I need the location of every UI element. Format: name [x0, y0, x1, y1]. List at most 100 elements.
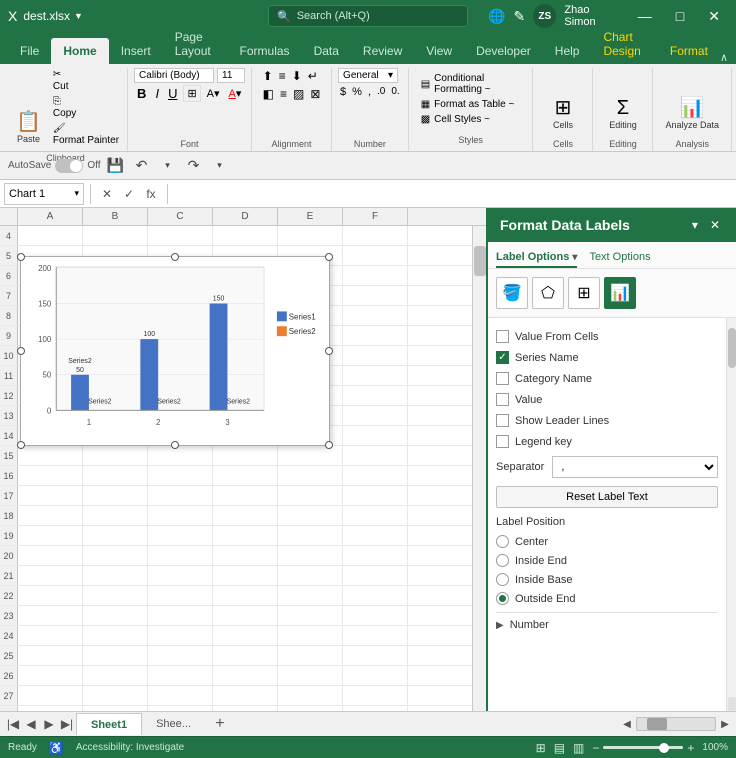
cell-E27[interactable]	[278, 686, 343, 706]
col-header-E[interactable]: E	[278, 208, 343, 225]
cell-E23[interactable]	[278, 606, 343, 626]
cell-D20[interactable]	[213, 546, 278, 566]
cell-B20[interactable]	[83, 546, 148, 566]
cell-D16[interactable]	[213, 466, 278, 486]
scroll-left-button[interactable]: ◀	[620, 717, 634, 731]
cell-D21[interactable]	[213, 566, 278, 586]
cell-F15[interactable]	[343, 446, 408, 466]
align-right-button[interactable]: ▨	[291, 86, 306, 102]
name-box[interactable]: Chart 1 ▾	[4, 183, 84, 205]
cell-F4[interactable]	[343, 226, 408, 246]
cell-A20[interactable]	[18, 546, 83, 566]
cell-C16[interactable]	[148, 466, 213, 486]
cell-E16[interactable]	[278, 466, 343, 486]
separator-select[interactable]: , ; |	[552, 456, 718, 478]
cell-B27[interactable]	[83, 686, 148, 706]
tab-home[interactable]: Home	[51, 38, 108, 64]
cell-A18[interactable]	[18, 506, 83, 526]
number-section[interactable]: ▶ Number	[496, 612, 718, 637]
cell-F22[interactable]	[343, 586, 408, 606]
cell-C26[interactable]	[148, 666, 213, 686]
cell-F17[interactable]	[343, 486, 408, 506]
zoom-minus-button[interactable]: −	[592, 741, 599, 755]
tab-file[interactable]: File	[8, 38, 51, 64]
increase-decimal-button[interactable]: 0.	[389, 85, 401, 99]
legend-key-checkbox[interactable]	[496, 435, 509, 448]
value-checkbox[interactable]	[496, 393, 509, 406]
cell-F26[interactable]	[343, 666, 408, 686]
ribbon-collapse-btn[interactable]: ∧	[720, 51, 728, 64]
cell-A24[interactable]	[18, 626, 83, 646]
panel-icon-shape[interactable]: ⬠	[532, 277, 564, 309]
tab-text-options[interactable]: Text Options	[589, 248, 650, 268]
cell-F7[interactable]	[343, 286, 408, 306]
panel-icon-chart[interactable]: 📊	[604, 277, 636, 309]
autosave-switch[interactable]	[55, 159, 83, 173]
cell-F24[interactable]	[343, 626, 408, 646]
panel-scroll-down[interactable]	[728, 697, 736, 711]
tab-help[interactable]: Help	[543, 38, 592, 64]
sheet-tab-sheet2[interactable]: Shee...	[142, 713, 205, 735]
cell-A16[interactable]	[18, 466, 83, 486]
tab-developer[interactable]: Developer	[464, 38, 543, 64]
cell-C17[interactable]	[148, 486, 213, 506]
align-left-button[interactable]: ◧	[261, 86, 276, 102]
formula-cancel-button[interactable]: ✕	[97, 184, 117, 204]
formula-function-button[interactable]: fx	[141, 184, 161, 204]
cell-D27[interactable]	[213, 686, 278, 706]
merge-button[interactable]: ⊠	[308, 86, 322, 102]
cell-E18[interactable]	[278, 506, 343, 526]
col-header-B[interactable]: B	[83, 208, 148, 225]
cell-C27[interactable]	[148, 686, 213, 706]
cell-D24[interactable]	[213, 626, 278, 646]
col-header-D[interactable]: D	[213, 208, 278, 225]
font-size-selector[interactable]: 11	[217, 68, 245, 83]
sheet-nav-first[interactable]: |◀	[4, 715, 22, 733]
cell-F19[interactable]	[343, 526, 408, 546]
cell-C25[interactable]	[148, 646, 213, 666]
cell-A19[interactable]	[18, 526, 83, 546]
reset-label-text-button[interactable]: Reset Label Text	[496, 486, 718, 508]
scroll-right-button[interactable]: ▶	[718, 717, 732, 731]
cell-F25[interactable]	[343, 646, 408, 666]
col-header-F[interactable]: F	[343, 208, 408, 225]
cell-C28[interactable]	[148, 706, 213, 711]
chart-handle-top-right[interactable]	[325, 253, 333, 261]
vertical-scrollbar[interactable]	[472, 226, 486, 711]
decrease-decimal-button[interactable]: .0	[375, 85, 387, 99]
show-leader-lines-checkbox[interactable]	[496, 414, 509, 427]
formula-confirm-button[interactable]: ✓	[119, 184, 139, 204]
cell-E25[interactable]	[278, 646, 343, 666]
search-box[interactable]: 🔍 Search (Alt+Q)	[268, 5, 468, 27]
cell-B21[interactable]	[83, 566, 148, 586]
save-button[interactable]: 💾	[105, 155, 127, 177]
chart-container[interactable]: 0 50 100 150 200	[20, 256, 330, 446]
cell-E17[interactable]	[278, 486, 343, 506]
cell-B15[interactable]	[83, 446, 148, 466]
cell-B18[interactable]	[83, 506, 148, 526]
zoom-thumb[interactable]	[659, 743, 669, 753]
border-button[interactable]: ⊞	[183, 85, 200, 102]
cell-C4[interactable]	[148, 226, 213, 246]
formula-input[interactable]	[174, 183, 732, 205]
user-badge[interactable]: ZS	[533, 4, 556, 28]
cell-A21[interactable]	[18, 566, 83, 586]
horizontal-scrollbar[interactable]	[636, 717, 716, 731]
align-bottom-button[interactable]: ⬇	[290, 68, 304, 84]
cell-A26[interactable]	[18, 666, 83, 686]
cell-F9[interactable]	[343, 326, 408, 346]
inside-base-radio[interactable]	[496, 573, 509, 586]
cell-F23[interactable]	[343, 606, 408, 626]
cell-C15[interactable]	[148, 446, 213, 466]
accounting-button[interactable]: $	[338, 85, 348, 99]
cell-D15[interactable]	[213, 446, 278, 466]
italic-button[interactable]: I	[152, 85, 162, 102]
wrap-text-button[interactable]: ↵	[306, 68, 320, 84]
chart-handle-bottom[interactable]	[171, 441, 179, 449]
cell-C22[interactable]	[148, 586, 213, 606]
tab-format[interactable]: Format	[658, 38, 720, 64]
align-top-button[interactable]: ⬆	[261, 68, 275, 84]
chart-handle-top-left[interactable]	[17, 253, 25, 261]
cell-E24[interactable]	[278, 626, 343, 646]
accessibility-text[interactable]: Accessibility: Investigate	[76, 742, 184, 753]
